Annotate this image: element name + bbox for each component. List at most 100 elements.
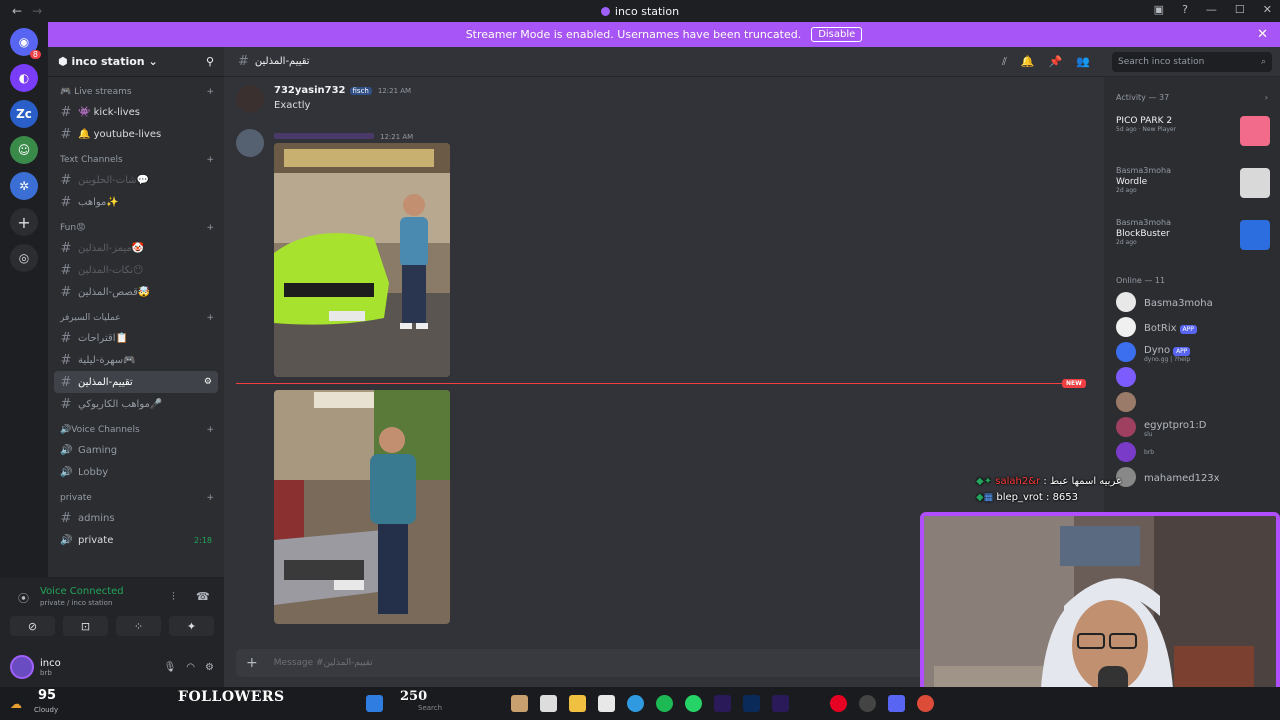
maximize-button[interactable]: ☐	[1235, 3, 1245, 16]
text-channel[interactable]: # اقتراحات📋	[54, 327, 218, 349]
member-item[interactable]: Basma3moha	[1104, 291, 1280, 313]
image-attachment[interactable]	[274, 143, 450, 377]
bell-icon[interactable]: 🔔	[1021, 55, 1035, 69]
avatar[interactable]	[10, 655, 34, 679]
member-item[interactable]: mahamed123x	[1104, 466, 1280, 488]
server-avatar-icon[interactable]: ☺	[10, 136, 38, 164]
server-blue-icon[interactable]: ✲	[10, 172, 38, 200]
attach-plus-icon[interactable]: +	[246, 655, 258, 671]
member-item[interactable]: Dyno APP dyno.gg | ?help	[1104, 341, 1280, 363]
avatar[interactable]	[236, 129, 264, 157]
add-channel-icon[interactable]: +	[206, 493, 214, 503]
channel-category[interactable]: 🔊Voice Channels +	[48, 421, 224, 439]
chrome-icon[interactable]	[917, 695, 934, 712]
chevron-right-icon[interactable]: ›	[1265, 93, 1268, 102]
avatar[interactable]	[236, 85, 264, 113]
soundboard-button[interactable]: ✦	[169, 616, 214, 636]
app-icon[interactable]	[859, 695, 876, 712]
add-channel-icon[interactable]: +	[206, 313, 214, 323]
channel-category[interactable]: Fun😡 +	[48, 219, 224, 237]
server-icon[interactable]: ◐	[10, 64, 38, 92]
member-item[interactable]: egyptpro1:D slu	[1104, 416, 1280, 438]
add-channel-icon[interactable]: +	[206, 155, 214, 165]
member-list-icon[interactable]: 👥	[1076, 55, 1090, 69]
message-input[interactable]: + Message #تقييم-المذلين	[236, 649, 926, 677]
activity-card[interactable]: Basma3moha BlockBuster 2d ago	[1104, 216, 1280, 268]
spotify-icon[interactable]	[656, 695, 673, 712]
close-banner-icon[interactable]: ✕	[1257, 27, 1268, 42]
channel-name: تقييم-المذلين	[254, 56, 310, 67]
message-author[interactable]: 732yasin732	[274, 85, 346, 96]
discover-icon[interactable]: ◎	[10, 244, 38, 272]
voice-channel[interactable]: 🔊 Lobby	[54, 461, 218, 483]
search-input[interactable]: Search inco station ⌕	[1112, 51, 1272, 72]
channel-category[interactable]: 🎮 Live streams +	[48, 83, 224, 101]
voice-timer: 2:18	[194, 535, 212, 545]
settings-gear-icon[interactable]: ⚙	[204, 377, 212, 387]
threads-icon[interactable]: ⫽	[1002, 55, 1007, 69]
add-member-icon[interactable]: ⚲	[206, 55, 214, 68]
text-channel[interactable]: # نكات-المذلين😶	[54, 259, 218, 281]
text-channel[interactable]: # شات-الحلوينن💬	[54, 169, 218, 191]
text-channel[interactable]: # 👾 kick-lives	[54, 101, 218, 123]
add-channel-icon[interactable]: +	[206, 87, 214, 97]
image-attachment[interactable]	[274, 390, 450, 624]
voice-channel[interactable]: 🔊 private 2:18	[54, 529, 218, 551]
activity-card[interactable]: PICO PARK 2 5d ago · New Player	[1104, 112, 1280, 164]
stream-chat-overlay: ◆✦ salah2&r : عربيه اسمها عبط ◆▦ blep_vr…	[976, 474, 1122, 506]
text-channel[interactable]: # سهرة-ليلية🎮	[54, 349, 218, 371]
noise-suppression-icon[interactable]: ⫶	[172, 590, 175, 604]
activities-button[interactable]: ⁘	[116, 616, 161, 636]
text-channel[interactable]: # 🔔 youtube-lives	[54, 123, 218, 145]
edge-icon[interactable]	[627, 695, 644, 712]
server-zc-icon[interactable]: Zc	[10, 100, 38, 128]
file-explorer-icon[interactable]	[569, 695, 586, 712]
disconnect-icon[interactable]: ☎	[196, 590, 210, 603]
text-channel[interactable]: # مواهب✨	[54, 191, 218, 213]
microphone-icon[interactable]: 🎙	[164, 662, 177, 673]
text-channel[interactable]: # تقييم-المذلين ⚙	[54, 371, 218, 393]
pinterest-icon[interactable]	[830, 695, 847, 712]
settings-gear-icon[interactable]: ⚙	[205, 662, 214, 673]
windows-start-icon[interactable]	[366, 695, 383, 712]
photoshop-icon[interactable]	[743, 695, 760, 712]
whatsapp-icon[interactable]	[685, 695, 702, 712]
user-status: brb	[40, 668, 52, 677]
disable-streamer-mode-button[interactable]: Disable	[811, 27, 863, 42]
channel-category[interactable]: Text Channels +	[48, 151, 224, 169]
member-item[interactable]	[1104, 366, 1280, 388]
premiere-icon[interactable]	[714, 695, 731, 712]
minimize-button[interactable]: —	[1206, 3, 1217, 16]
screen-share-button[interactable]: ⊡	[63, 616, 108, 636]
channel-category[interactable]: عمليات السيرفر +	[48, 309, 224, 327]
activity-header[interactable]: Activity — 37 ›	[1104, 93, 1280, 102]
pin-icon[interactable]: 📌	[1049, 55, 1063, 69]
camera-off-button[interactable]: ⊘	[10, 616, 55, 636]
text-channel[interactable]: # مواهب الكاريوكي🎤	[54, 393, 218, 415]
widgets-icon[interactable]	[511, 695, 528, 712]
calendar-icon[interactable]	[598, 695, 615, 712]
add-channel-icon[interactable]: +	[206, 223, 214, 233]
inbox-icon[interactable]: ▣	[1154, 3, 1164, 16]
voice-status[interactable]: Voice Connected	[40, 586, 124, 597]
discord-taskbar-icon[interactable]	[888, 695, 905, 712]
add-channel-icon[interactable]: +	[206, 425, 214, 435]
activity-card[interactable]: Basma3moha Wordle 2d ago	[1104, 164, 1280, 216]
add-server-icon[interactable]: +	[10, 208, 38, 236]
member-item[interactable]: brb	[1104, 441, 1280, 463]
channel-category[interactable]: private +	[48, 489, 224, 507]
signal-icon[interactable]: ⦿	[18, 590, 29, 606]
discord-home-icon[interactable]: ◉ 8	[10, 28, 41, 59]
text-channel[interactable]: # ميمز-المذلين🤡	[54, 237, 218, 259]
guild-header[interactable]: ⬢ inco station ⌄ ⚲	[48, 47, 224, 77]
headphones-icon[interactable]: ◠	[186, 662, 195, 673]
member-item[interactable]	[1104, 391, 1280, 413]
close-window-button[interactable]: ✕	[1263, 3, 1272, 16]
text-channel[interactable]: # admins	[54, 507, 218, 529]
after-effects-icon[interactable]	[772, 695, 789, 712]
text-channel[interactable]: # قصص-المذلين🤯	[54, 281, 218, 303]
member-item[interactable]: BotRix APP	[1104, 316, 1280, 338]
file-icon[interactable]	[540, 695, 557, 712]
help-icon[interactable]: ?	[1182, 3, 1188, 16]
voice-channel[interactable]: 🔊 Gaming	[54, 439, 218, 461]
